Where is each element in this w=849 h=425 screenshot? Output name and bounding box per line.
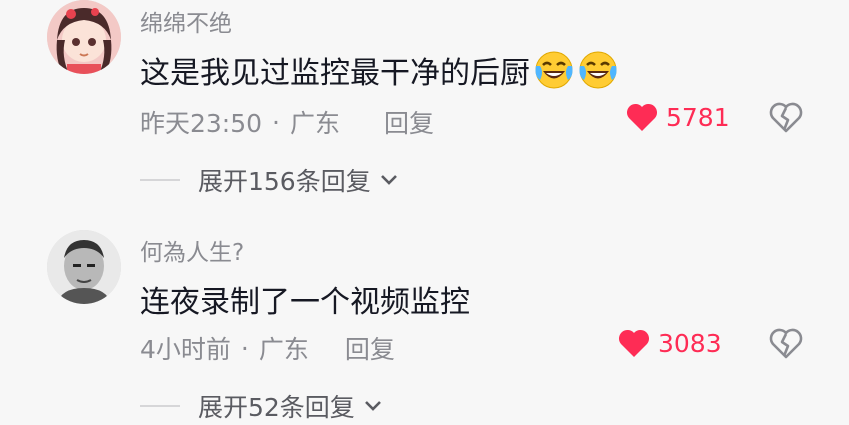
dislike-button[interactable] [769, 328, 803, 364]
comment-item: 何為人生? 连夜录制了一个视频监控 4小时前 · 广东 回复 3083 展开52… [0, 0, 849, 425]
comment-meta: 4小时前 · 广东 回复 [140, 330, 395, 366]
expand-replies-label: 展开52条回复 [198, 393, 355, 422]
like-count: 3083 [658, 328, 722, 358]
username[interactable]: 何為人生? [140, 233, 244, 267]
comment-text: 连夜录制了一个视频监控 [140, 277, 470, 321]
expand-replies-button[interactable]: 展开52条回复 [140, 388, 383, 424]
separator-dot: · [240, 333, 249, 363]
comment-text-content: 连夜录制了一个视频监控 [140, 285, 470, 320]
heart-icon [618, 329, 650, 357]
location: 广东 [258, 335, 309, 364]
broken-heart-icon [769, 328, 803, 359]
timestamp: 4小时前 [140, 335, 231, 364]
divider-line [140, 405, 180, 407]
avatar-image [47, 230, 121, 304]
reply-button[interactable]: 回复 [345, 330, 395, 366]
like-button[interactable]: 3083 [618, 328, 722, 358]
avatar[interactable] [47, 230, 121, 304]
chevron-down-icon [364, 401, 381, 411]
